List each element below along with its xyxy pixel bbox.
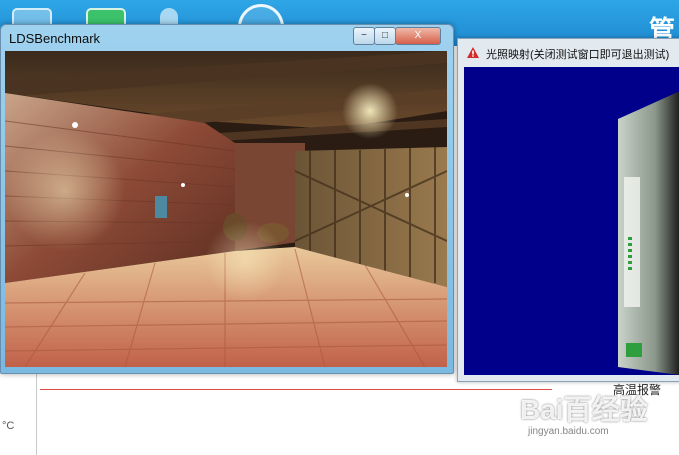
- temperature-unit-label: °C: [2, 420, 15, 432]
- maximize-button[interactable]: □: [374, 27, 396, 45]
- benchmark-window-title: LDSBenchmark: [9, 31, 101, 46]
- benchmark-window[interactable]: LDSBenchmark − □ X: [0, 24, 454, 374]
- watermark-url: jingyan.baidu.com: [528, 426, 609, 437]
- rotating-panel: [618, 91, 679, 375]
- minimize-button[interactable]: −: [353, 27, 375, 45]
- preview-window-title: 光照映射(关闭测试窗口即可退出测试): [486, 49, 670, 61]
- graph-axis: [36, 370, 37, 455]
- light-mapping-canvas: [464, 67, 679, 375]
- watermark-logo: Bai百经验: [520, 394, 648, 425]
- alarm-threshold-line: [40, 389, 552, 390]
- 3d-render-viewport: [5, 51, 447, 367]
- close-button[interactable]: X: [395, 27, 441, 45]
- cellar-scene: [5, 51, 447, 367]
- warning-icon: [467, 47, 479, 58]
- preview-window[interactable]: 光照映射(关闭测试窗口即可退出测试): [457, 38, 679, 382]
